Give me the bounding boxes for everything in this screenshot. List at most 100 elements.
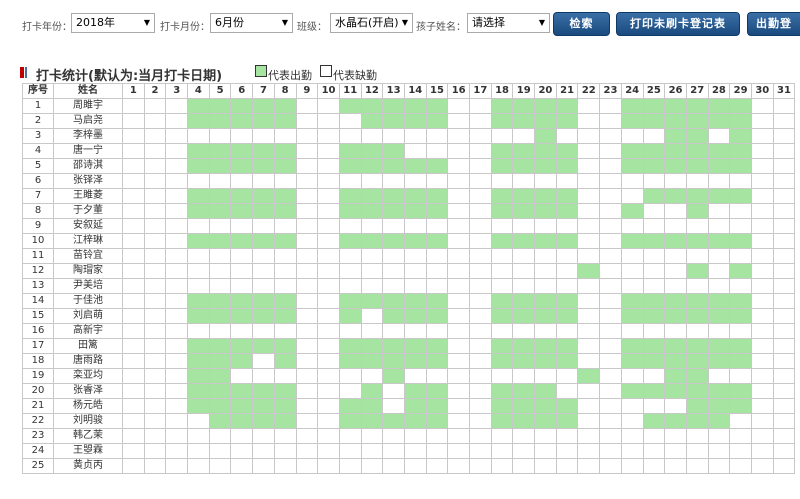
attendance-cell-present <box>729 233 752 249</box>
column-header-day: 19 <box>512 83 536 99</box>
attendance-cell-present <box>382 113 405 129</box>
attendance-cell-absent <box>599 143 622 159</box>
attendance-cell-absent <box>750 173 774 189</box>
year-select[interactable]: 2018年 ▼ <box>71 13 155 33</box>
child-name: 田篱 <box>53 338 123 354</box>
row-index: 18 <box>22 353 54 369</box>
column-header-day: 11 <box>338 83 362 99</box>
attendance-cell-present <box>252 308 275 324</box>
attendance-cell-absent <box>750 143 774 159</box>
attendance-cell-present <box>707 143 731 159</box>
section-title: 打卡统计(默认为:当月打卡日期) <box>36 69 223 84</box>
attendance-cell-present <box>208 143 232 159</box>
attendance-cell-absent <box>295 143 319 159</box>
attendance-button[interactable]: 出勤登 <box>747 12 800 36</box>
attendance-cell-absent <box>577 353 601 369</box>
attendance-cell-absent <box>447 203 470 219</box>
attendance-cell-absent <box>338 428 362 444</box>
attendance-cell-absent <box>750 248 774 264</box>
attendance-cell-absent <box>772 413 796 429</box>
attendance-cell-absent <box>295 323 319 339</box>
attendance-cell-present <box>729 98 752 114</box>
attendance-cell-present <box>729 353 752 369</box>
attendance-cell-absent <box>599 173 622 189</box>
attendance-cell-absent <box>469 428 492 444</box>
attendance-cell-present <box>230 398 254 414</box>
attendance-cell-present <box>534 113 557 129</box>
attendance-cell-absent <box>230 218 254 234</box>
attendance-cell-absent <box>338 368 362 384</box>
attendance-cell-absent <box>750 323 774 339</box>
attendance-cell-present <box>338 413 362 429</box>
column-header-index: 序号 <box>22 83 54 99</box>
attendance-cell-present <box>664 383 687 399</box>
attendance-cell-absent <box>664 323 687 339</box>
attendance-cell-present <box>685 233 709 249</box>
attendance-cell-absent <box>599 293 622 309</box>
attendance-cell-present <box>230 338 254 354</box>
print-unswiped-button[interactable]: 打印未刷卡登记表 <box>616 12 740 36</box>
attendance-cell-absent <box>447 263 470 279</box>
attendance-cell-absent <box>750 158 774 174</box>
attendance-cell-absent <box>165 458 189 474</box>
attendance-cell-absent <box>620 248 644 264</box>
child-select[interactable]: 请选择 ▼ <box>467 13 550 33</box>
attendance-cell-absent <box>317 338 340 354</box>
attendance-cell-absent <box>317 113 340 129</box>
attendance-cell-absent <box>620 278 644 294</box>
attendance-cell-absent <box>750 353 774 369</box>
attendance-cell-absent <box>122 143 145 159</box>
month-select[interactable]: 6月份 ▼ <box>210 13 293 33</box>
attendance-cell-present <box>512 353 536 369</box>
attendance-cell-absent <box>143 173 167 189</box>
attendance-cell-absent <box>360 368 384 384</box>
attendance-cell-absent <box>772 353 796 369</box>
month-label: 打卡月份： <box>160 22 210 33</box>
attendance-cell-absent <box>577 308 601 324</box>
search-button[interactable]: 检索 <box>553 12 610 36</box>
table-row: 19 栾亚均 <box>22 368 796 384</box>
attendance-cell-absent <box>187 323 210 339</box>
attendance-cell-present <box>490 203 514 219</box>
attendance-cell-absent <box>360 443 384 459</box>
attendance-cell-absent <box>577 188 601 204</box>
table-row: 6 张铎泽 <box>22 173 796 189</box>
attendance-cell-absent <box>143 458 167 474</box>
attendance-cell-present <box>208 383 232 399</box>
attendance-cell-absent <box>620 323 644 339</box>
attendance-cell-absent <box>447 188 470 204</box>
attendance-cell-absent <box>165 218 189 234</box>
attendance-cell-absent <box>447 128 470 144</box>
attendance-cell-absent <box>295 218 319 234</box>
attendance-cell-present <box>620 383 644 399</box>
attendance-cell-absent <box>729 368 752 384</box>
class-select[interactable]: 水晶石(开启) ▼ <box>330 13 413 33</box>
child-name: 苗铃宜 <box>53 248 123 264</box>
attendance-cell-present <box>208 293 232 309</box>
attendance-table-wrap: 序号 姓名 1 2 3 4 5 6 7 8 9 10 11 12 13 14 15 16 17 18 19 20 21 22 2… <box>22 83 796 474</box>
attendance-cell-absent <box>338 278 362 294</box>
attendance-cell-absent <box>750 263 774 279</box>
attendance-cell-present <box>534 233 557 249</box>
attendance-cell-absent <box>447 278 470 294</box>
row-index: 10 <box>22 233 54 249</box>
attendance-cell-absent <box>750 203 774 219</box>
attendance-cell-present <box>685 98 709 114</box>
attendance-cell-present <box>512 188 536 204</box>
attendance-cell-absent <box>707 263 731 279</box>
attendance-cell-absent <box>208 443 232 459</box>
attendance-cell-absent <box>122 323 145 339</box>
attendance-cell-absent <box>122 458 145 474</box>
attendance-cell-absent <box>599 113 622 129</box>
child-name: 唐一宁 <box>53 143 123 159</box>
attendance-cell-present <box>685 203 709 219</box>
attendance-cell-absent <box>403 428 427 444</box>
column-header-day: 3 <box>165 83 189 99</box>
attendance-cell-absent <box>750 413 774 429</box>
attendance-cell-present <box>425 383 449 399</box>
attendance-cell-present <box>403 158 427 174</box>
attendance-cell-absent <box>620 458 644 474</box>
attendance-cell-absent <box>707 203 731 219</box>
attendance-cell-absent <box>230 428 254 444</box>
attendance-cell-absent <box>577 158 601 174</box>
